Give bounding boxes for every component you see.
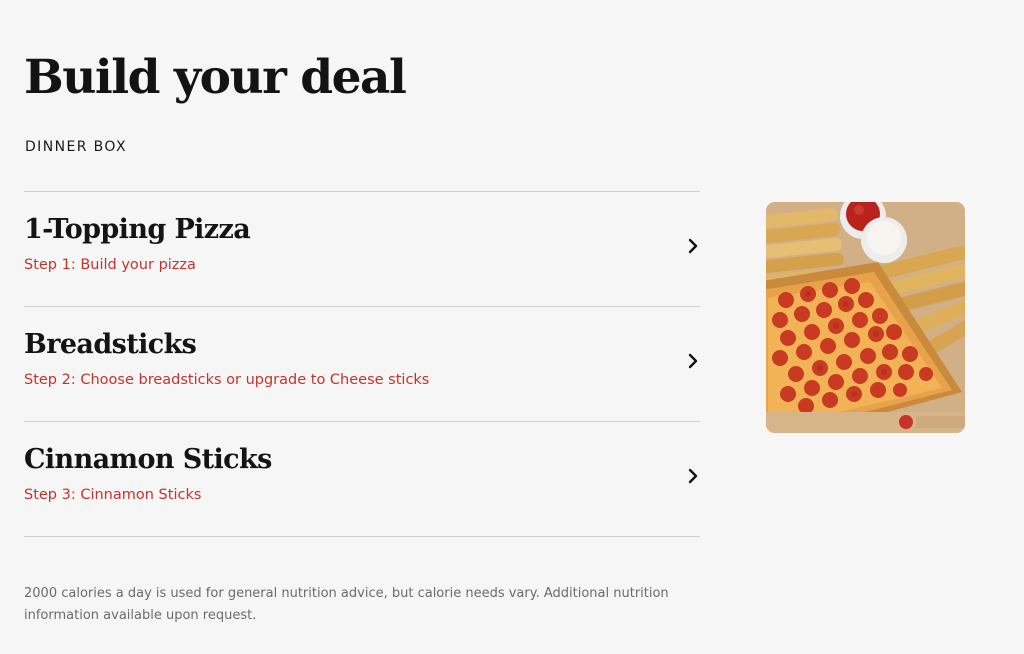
chevron-right-icon[interactable] (686, 467, 700, 485)
step-description: Step 2: Choose breadsticks or upgrade to… (24, 372, 430, 388)
page-title: Build your deal (24, 50, 407, 105)
step-title: Cinnamon Sticks (24, 444, 272, 475)
step-pizza[interactable]: 1-Topping Pizza Step 1: Build your pizza (24, 192, 700, 307)
chevron-right-icon[interactable] (686, 352, 700, 370)
nutrition-disclaimer: 2000 calories a day is used for general … (24, 586, 669, 623)
deal-steps-list: 1-Topping Pizza Step 1: Build your pizza… (24, 191, 700, 537)
step-description: Step 1: Build your pizza (24, 257, 196, 273)
dinner-box-illustration (766, 202, 965, 433)
deal-name: DINNER BOX (25, 139, 127, 155)
step-description: Step 3: Cinnamon Sticks (24, 487, 202, 503)
step-title: 1-Topping Pizza (24, 214, 251, 245)
step-breadsticks[interactable]: Breadsticks Step 2: Choose breadsticks o… (24, 307, 700, 422)
chevron-right-icon[interactable] (686, 237, 700, 255)
step-cinnamon-sticks[interactable]: Cinnamon Sticks Step 3: Cinnamon Sticks (24, 422, 700, 537)
dinner-box-image (766, 202, 965, 433)
step-title: Breadsticks (24, 329, 197, 360)
